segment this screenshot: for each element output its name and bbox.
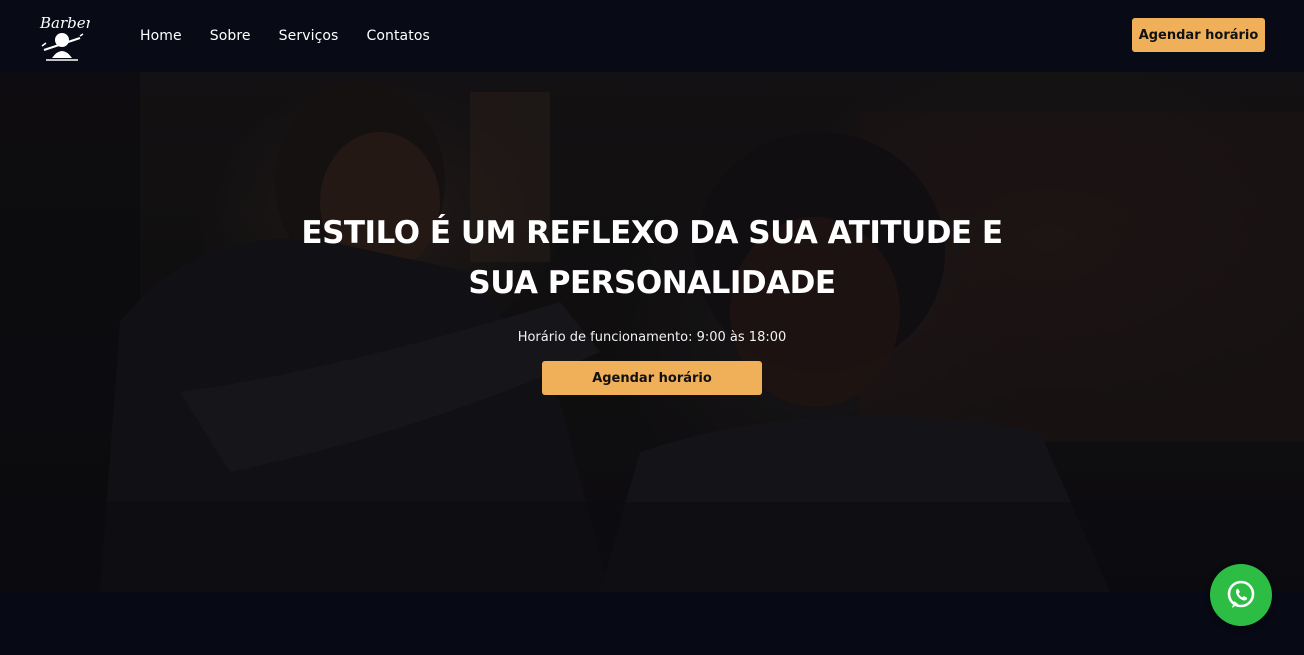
opening-hours: Horário de funcionamento: 9:00 às 18:00 <box>517 330 787 345</box>
nav-link-sobre[interactable]: Sobre <box>210 28 251 44</box>
schedule-button-hero[interactable]: Agendar horário <box>542 361 762 395</box>
whatsapp-button[interactable] <box>1210 564 1272 626</box>
hero-section: ESTILO É UM REFLEXO DA SUA ATITUDE E SUA… <box>0 72 1304 592</box>
main-nav: Home Sobre Serviços Contatos <box>140 0 458 72</box>
top-navbar: Barber Home Sobre Serviços Contatos Agen… <box>0 0 1304 72</box>
hero-title: ESTILO É UM REFLEXO DA SUA ATITUDE E SUA… <box>301 215 1003 301</box>
next-section-band <box>0 592 1304 655</box>
nav-link-home[interactable]: Home <box>140 28 182 44</box>
barber-logo-icon[interactable]: Barber <box>34 8 94 64</box>
hero-content: ESTILO É UM REFLEXO DA SUA ATITUDE E SUA… <box>0 208 1304 395</box>
nav-link-servicos[interactable]: Serviços <box>279 28 339 44</box>
whatsapp-icon <box>1227 580 1255 608</box>
schedule-button-header[interactable]: Agendar horário <box>1132 18 1265 52</box>
logo-text: Barber <box>39 14 90 32</box>
nav-link-contatos[interactable]: Contatos <box>366 28 429 44</box>
